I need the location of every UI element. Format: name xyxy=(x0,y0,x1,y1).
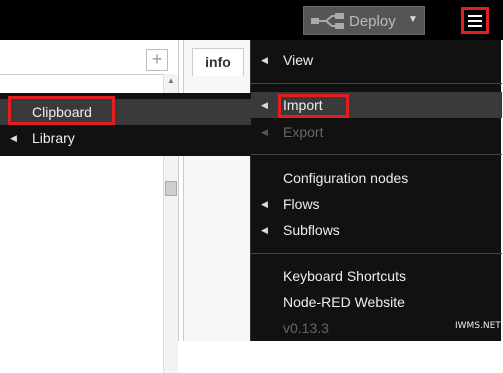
highlight-box xyxy=(8,96,115,125)
deploy-label: Deploy xyxy=(349,13,396,30)
menu-item-label: Configuration nodes xyxy=(283,170,409,186)
caret-left-icon: ◀ xyxy=(10,133,17,143)
menu-item-label: Keyboard Shortcuts xyxy=(283,268,406,284)
scroll-up-icon[interactable]: ▲ xyxy=(167,76,175,85)
menu-item-import[interactable]: ◀ Import xyxy=(251,92,502,118)
submenu-item-library[interactable]: ◀ Library xyxy=(0,125,251,151)
tab-info[interactable]: info xyxy=(192,48,244,76)
caret-left-icon: ◀ xyxy=(261,55,268,65)
menu-item-label: Subflows xyxy=(283,222,340,238)
workspace-tab-bar: + xyxy=(0,40,178,75)
menu-item-label: Export xyxy=(283,124,324,140)
menu-item-subflows[interactable]: ◀ Subflows xyxy=(251,217,502,243)
menu-item-label: Flows xyxy=(283,196,320,212)
menu-item-configuration-nodes[interactable]: Configuration nodes xyxy=(251,165,502,191)
caret-left-icon: ◀ xyxy=(261,225,268,235)
import-submenu: Clipboard ◀ Library xyxy=(0,93,251,156)
add-flow-tab-button[interactable]: + xyxy=(146,49,168,71)
menu-item-node-red-website[interactable]: Node-RED Website xyxy=(251,289,502,315)
caret-left-icon: ◀ xyxy=(261,127,268,137)
main-menu-button[interactable] xyxy=(461,7,489,34)
submenu-item-label: Library xyxy=(32,130,75,146)
scrollbar-thumb[interactable] xyxy=(165,181,177,196)
menu-item-label: View xyxy=(283,52,314,68)
caret-left-icon: ◀ xyxy=(261,100,268,110)
menu-divider xyxy=(251,154,502,155)
menu-divider xyxy=(251,83,502,84)
workspace: + ▲ xyxy=(0,40,179,373)
menu-item-label: Node-RED Website xyxy=(283,294,405,310)
menu-item-flows[interactable]: ◀ Flows xyxy=(251,191,502,217)
watermark: IWMS.NET xyxy=(455,321,501,331)
deploy-button[interactable]: Deploy ▼ xyxy=(303,6,425,35)
highlight-box xyxy=(278,94,349,118)
menu-divider xyxy=(251,253,502,254)
menu-item-export: ◀ Export xyxy=(251,119,502,145)
deploy-flow-icon xyxy=(311,13,344,29)
submenu-item-clipboard[interactable]: Clipboard xyxy=(0,96,251,125)
version-label: v0.13.3 xyxy=(283,320,329,336)
header-bar: Deploy ▼ xyxy=(0,0,503,40)
menu-item-keyboard-shortcuts[interactable]: Keyboard Shortcuts xyxy=(251,263,502,289)
menu-item-view[interactable]: ◀ View xyxy=(251,47,502,73)
deploy-dropdown-icon[interactable]: ▼ xyxy=(408,14,418,25)
caret-left-icon: ◀ xyxy=(261,199,268,209)
main-menu-dropdown: ◀ View ◀ Import ◀ Export Configuration n… xyxy=(250,40,502,341)
